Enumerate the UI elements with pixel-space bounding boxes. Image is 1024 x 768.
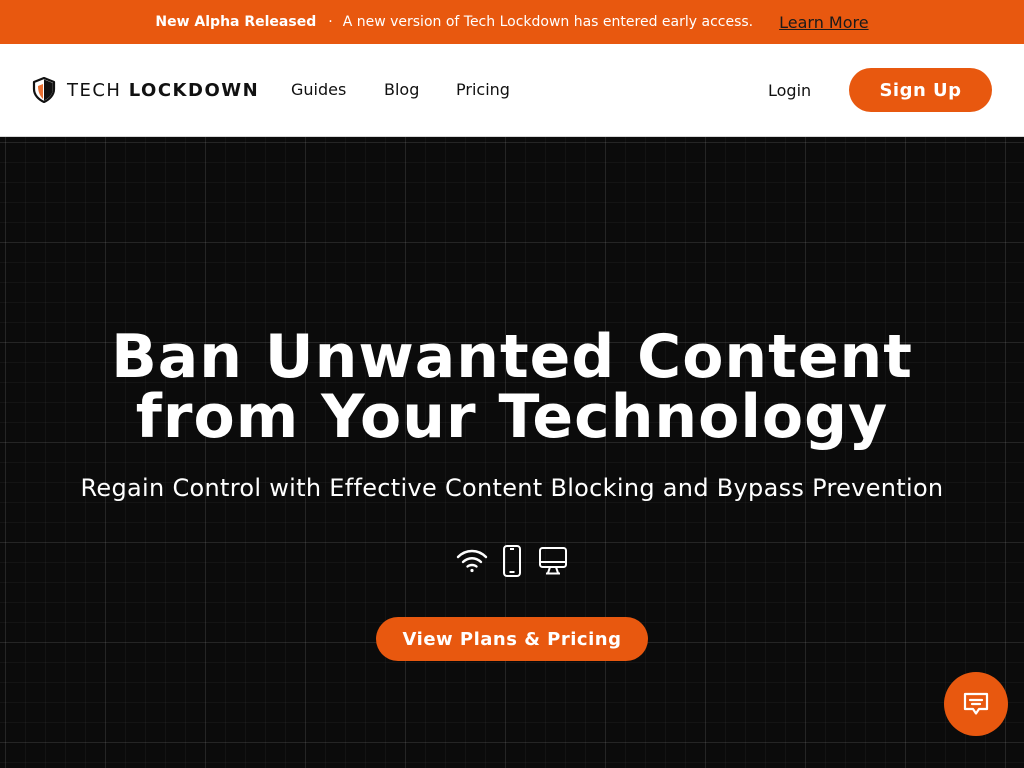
logo-text-light: TECH [67, 79, 122, 101]
nav-link-guides[interactable]: Guides [291, 80, 346, 99]
chat-button[interactable] [944, 672, 1008, 736]
learn-more-link[interactable]: Learn More [779, 13, 868, 32]
hero-subtitle: Regain Control with Effective Content Bl… [80, 474, 944, 502]
device-icons [456, 545, 568, 577]
desktop-icon [538, 545, 568, 581]
logo-text-bold: LOCKDOWN [128, 79, 260, 101]
login-link[interactable]: Login [768, 81, 811, 100]
logo[interactable]: TECH LOCKDOWN [32, 77, 259, 103]
nav-link-pricing[interactable]: Pricing [456, 80, 510, 99]
banner-separator: · [328, 14, 333, 30]
nav-link-blog[interactable]: Blog [384, 80, 419, 99]
sign-up-button[interactable]: Sign Up [849, 68, 992, 112]
wifi-icon [456, 545, 488, 581]
hero-title-line2: from Your Technology [135, 382, 889, 452]
shield-icon [32, 77, 56, 103]
hero-section: Ban Unwanted Content from Your Technolog… [0, 137, 1024, 768]
top-navigation: TECH LOCKDOWN Guides Blog Pricing Login … [0, 44, 1024, 137]
logo-text: TECH LOCKDOWN [67, 80, 259, 101]
announcement-banner: New Alpha Released · A new version of Te… [0, 0, 1024, 44]
smartphone-icon [502, 545, 522, 581]
view-plans-button[interactable]: View Plans & Pricing [376, 617, 648, 661]
hero-title: Ban Unwanted Content from Your Technolog… [0, 327, 1024, 447]
chat-icon [963, 692, 989, 715]
banner-message: A new version of Tech Lockdown has enter… [342, 14, 754, 30]
banner-title: New Alpha Released [155, 14, 317, 30]
